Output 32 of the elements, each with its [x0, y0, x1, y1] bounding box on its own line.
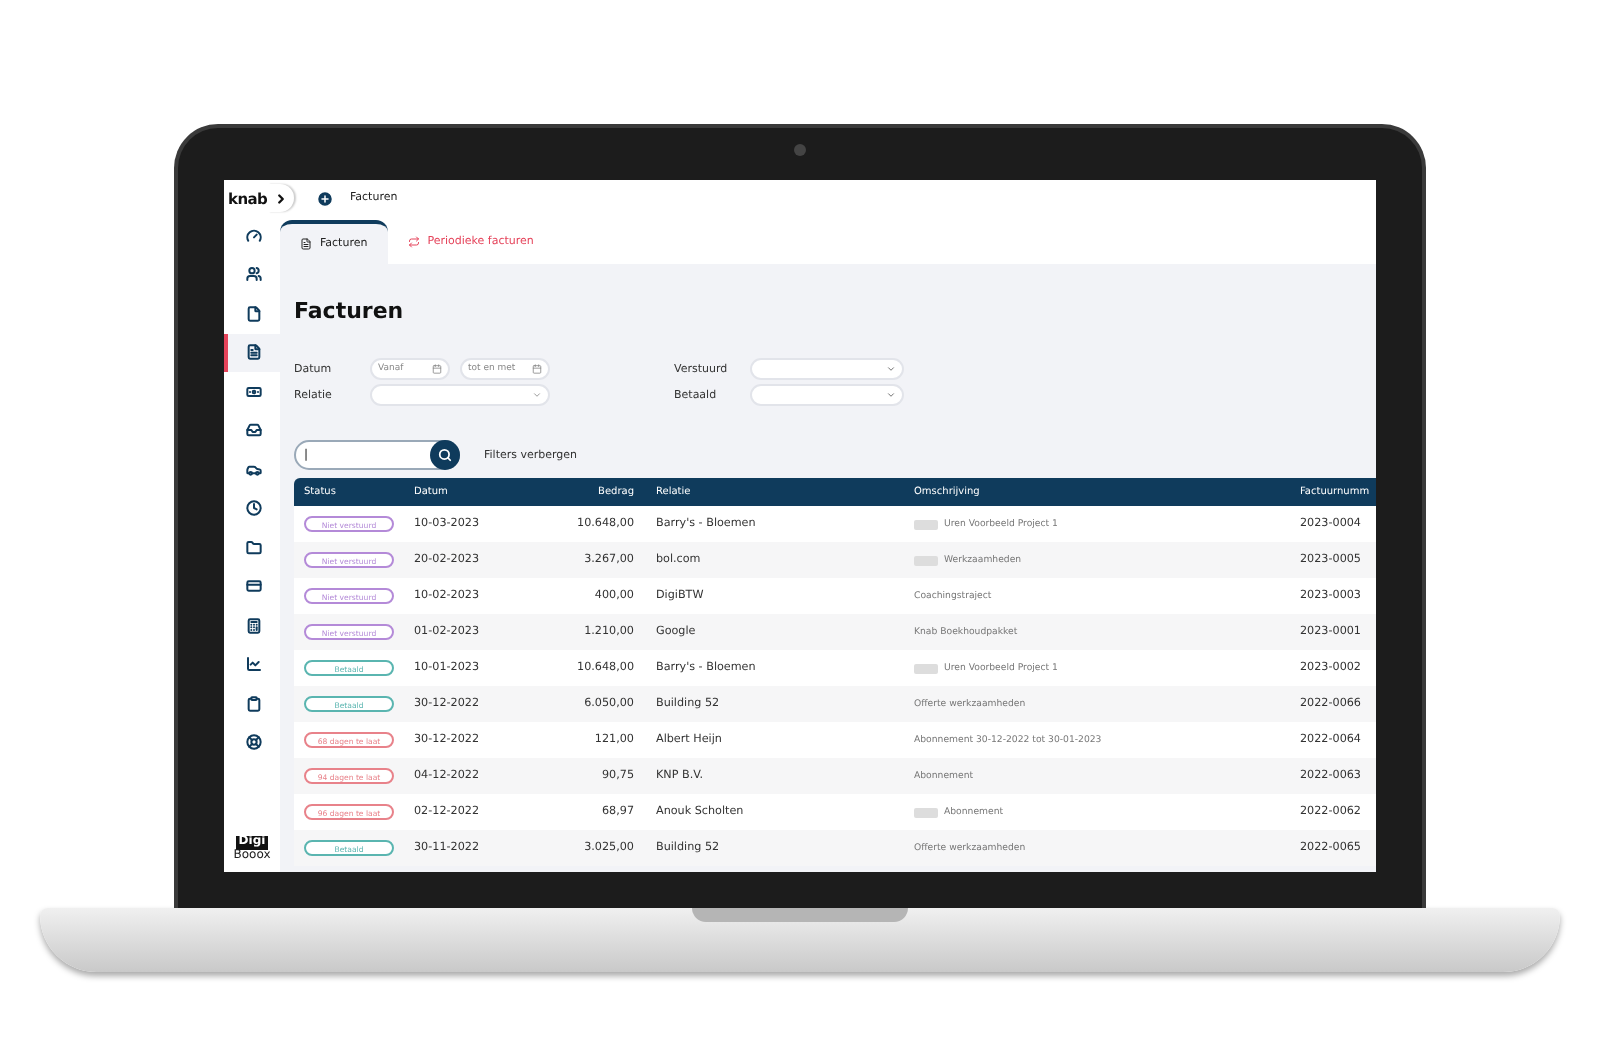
chevron-down-icon: [532, 390, 542, 400]
calculator-icon: [246, 617, 262, 634]
lifebuoy-icon: [246, 734, 262, 751]
search-icon: [438, 448, 452, 462]
webcam-dot: [794, 144, 806, 156]
calendar-icon: [532, 364, 542, 374]
sidebar-item[interactable]: [224, 333, 280, 372]
plus-icon[interactable]: [316, 189, 334, 207]
calendar-icon: [432, 364, 442, 374]
folder-icon: [246, 539, 262, 556]
select-field[interactable]: [750, 358, 904, 380]
select-field[interactable]: [370, 384, 550, 406]
clipboard-icon: [246, 695, 262, 712]
chart-icon: [246, 656, 262, 673]
chevron-right-icon: [274, 191, 288, 205]
inbox-icon: [246, 422, 262, 439]
file-icon: [246, 305, 262, 322]
document-icon: [300, 238, 312, 250]
repeat-icon: [407, 236, 420, 248]
chevron-down-icon: [886, 390, 896, 400]
expand-button[interactable]: [268, 184, 294, 212]
car-icon: [246, 461, 262, 478]
users-icon: [246, 266, 262, 283]
page-title: Facturen: [294, 298, 406, 324]
search-button[interactable]: [430, 440, 460, 470]
credit-card-icon: [246, 578, 262, 595]
banknote-icon: [246, 383, 262, 400]
document-icon: [246, 344, 262, 361]
clock-icon: [246, 500, 262, 517]
select-field[interactable]: [750, 384, 904, 406]
gauge-icon: [246, 227, 262, 244]
chevron-down-icon: [886, 364, 896, 374]
